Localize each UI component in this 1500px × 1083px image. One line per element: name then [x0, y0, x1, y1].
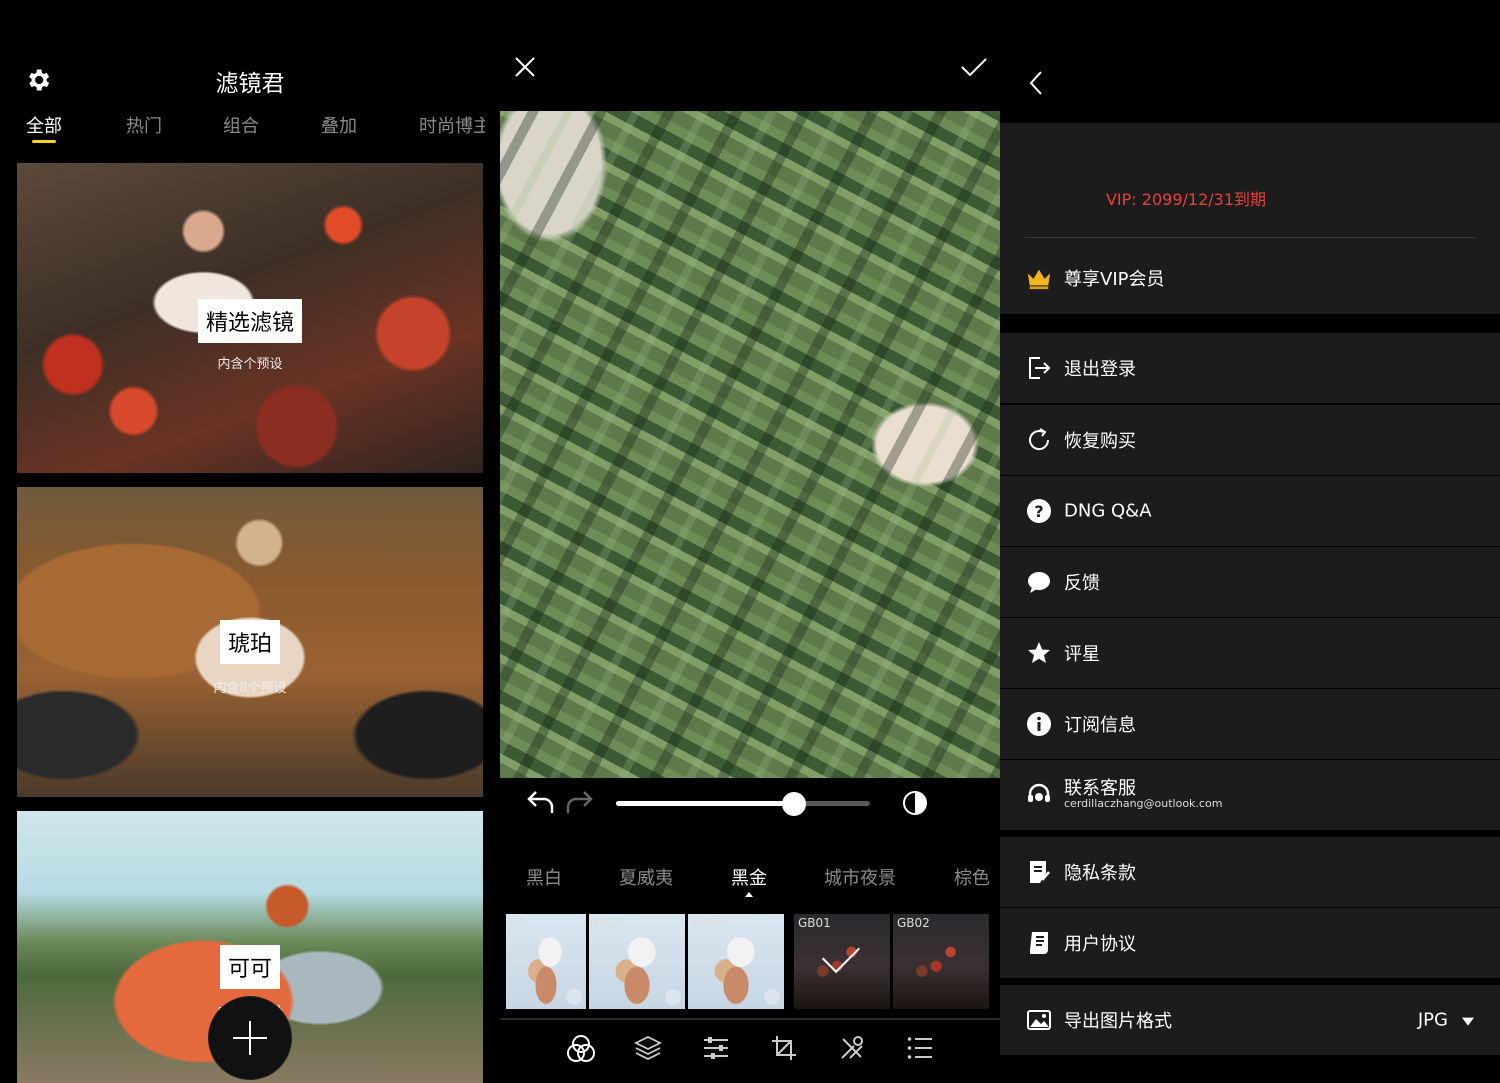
- info-icon: [1027, 712, 1051, 736]
- menu-item-label: 评星: [1064, 644, 1100, 665]
- menu-item-label: 订阅信息: [1064, 715, 1136, 736]
- filters-icon[interactable]: [566, 1034, 596, 1064]
- app-title: 滤镜君: [215, 71, 285, 97]
- download-icon: [566, 989, 582, 1005]
- tab-combo[interactable]: 组合: [223, 112, 259, 138]
- menu-item-label: 用户协议: [1064, 934, 1136, 955]
- slider-handle[interactable]: [781, 792, 806, 816]
- menu-item-label: 隐私条款: [1064, 863, 1136, 884]
- back-icon[interactable]: [1028, 70, 1044, 96]
- filter-thumbnail[interactable]: HA09: [688, 914, 784, 1009]
- intensity-slider[interactable]: [616, 792, 870, 816]
- close-icon[interactable]: [514, 56, 536, 78]
- card-title: 精选滤镜: [197, 299, 303, 343]
- thumbnail-label: GB02: [897, 916, 930, 930]
- card-title: 琥珀: [219, 620, 281, 664]
- editor-screen: 黑白 夏威夷 黑金 城市夜景 棕色 07 HA08 HA09 GB01 GB02: [500, 0, 1000, 1083]
- dropdown-arrow-icon[interactable]: [1462, 1017, 1474, 1026]
- filter-thumbnail[interactable]: HA08: [589, 914, 685, 1009]
- svg-text:?: ?: [1034, 502, 1043, 521]
- divider: [1025, 237, 1475, 238]
- crop-icon[interactable]: [770, 1034, 798, 1062]
- thumbnail-label: HA09: [692, 916, 725, 930]
- thumbnail-label: GB01: [798, 916, 831, 930]
- tab-blogger[interactable]: 时尚博主: [419, 112, 485, 138]
- menu-item-agreement[interactable]: 用户协议: [1000, 908, 1500, 978]
- menu-item-feedback[interactable]: 反馈: [1000, 547, 1500, 617]
- undo-icon[interactable]: [526, 788, 556, 816]
- tab-overlay[interactable]: 叠加: [321, 112, 357, 138]
- export-format-value[interactable]: JPG: [1418, 1010, 1448, 1031]
- chat-icon: [1028, 572, 1050, 593]
- headset-icon: [1028, 783, 1050, 802]
- logout-icon: [1029, 357, 1051, 379]
- filter-pack-card[interactable]: 精选滤镜 内含个预设: [17, 163, 483, 473]
- compare-icon[interactable]: [902, 790, 928, 816]
- tools-icon[interactable]: [838, 1034, 866, 1062]
- filter-thumbnail[interactable]: GB02: [893, 914, 989, 1009]
- selected-check-icon: [821, 934, 861, 974]
- export-format-row[interactable]: 导出图片格式 JPG: [1000, 985, 1500, 1055]
- layers-icon[interactable]: [634, 1034, 662, 1062]
- adjust-icon[interactable]: [702, 1035, 730, 1061]
- star-icon: [1028, 642, 1050, 663]
- menu-item-label: 反馈: [1064, 573, 1100, 594]
- list-icon[interactable]: [906, 1035, 934, 1061]
- filter-category-tabs: 黑白 夏威夷 黑金 城市夜景 棕色: [500, 864, 1000, 894]
- settings-screen: VIP: 2099/12/31到期 尊享VIP会员 退出登录 恢复购买 ? DN…: [1000, 0, 1500, 1083]
- menu-item-subscription[interactable]: 订阅信息: [1000, 689, 1500, 759]
- vip-member-label: 尊享VIP会员: [1064, 268, 1165, 290]
- slider-fill: [616, 801, 794, 806]
- contact-email: cerdillaczhang@outlook.com: [1064, 797, 1223, 810]
- card-subtitle: 内含个预设: [217, 357, 283, 372]
- filter-thumbnail-selected[interactable]: GB01: [794, 914, 890, 1009]
- privacy-icon: [1030, 861, 1050, 883]
- restore-icon: [1029, 428, 1050, 451]
- download-icon: [764, 989, 780, 1005]
- export-format-label: 导出图片格式: [1064, 1011, 1172, 1032]
- check-icon[interactable]: [960, 56, 988, 78]
- active-tab-indicator: [32, 140, 56, 143]
- vip-member-row[interactable]: 尊享VIP会员: [1000, 241, 1500, 314]
- filter-pack-card[interactable]: 琥珀 内含8个预设: [17, 487, 483, 797]
- filter-thumbnail[interactable]: 07: [506, 914, 586, 1009]
- image-icon: [1027, 1010, 1051, 1030]
- agreement-icon: [1030, 932, 1048, 954]
- redo-icon[interactable]: [564, 788, 594, 816]
- card-title: 可可: [219, 945, 281, 989]
- menu-item-dng-qa[interactable]: ? DNG Q&A: [1000, 476, 1500, 546]
- category-tab[interactable]: 黑白: [526, 864, 562, 890]
- plus-icon[interactable]: [208, 996, 292, 1080]
- tab-all[interactable]: 全部: [26, 112, 62, 138]
- filters-screen: 滤镜君 全部 热门 组合 叠加 时尚博主 精选滤镜 内含个预设 琥珀 内含8个预…: [0, 0, 500, 1083]
- download-icon: [665, 989, 681, 1005]
- category-tab[interactable]: 城市夜景: [824, 864, 896, 890]
- menu-item-label: DNG Q&A: [1064, 500, 1152, 522]
- preview-photo: [500, 111, 1000, 778]
- menu-item-contact[interactable]: 联系客服 cerdillaczhang@outlook.com: [1000, 760, 1500, 830]
- tab-hot[interactable]: 热门: [126, 112, 162, 138]
- menu-item-label: 恢复购买: [1064, 431, 1136, 452]
- active-category-indicator: [745, 892, 753, 897]
- category-tab[interactable]: 黑金: [731, 864, 767, 890]
- category-tabs: 全部 热门 组合 叠加 时尚博主: [0, 112, 500, 142]
- category-tab[interactable]: 夏威夷: [619, 864, 673, 890]
- menu-item-logout[interactable]: 退出登录: [1000, 333, 1500, 403]
- menu-item-label: 退出登录: [1064, 359, 1136, 380]
- divider: [500, 1018, 1000, 1020]
- question-icon: ?: [1027, 499, 1051, 523]
- menu-item-restore[interactable]: 恢复购买: [1000, 405, 1500, 475]
- vip-expiry: VIP: 2099/12/31到期: [1105, 190, 1266, 209]
- crown-icon: [1027, 269, 1051, 289]
- thumbnail-label: HA08: [593, 916, 626, 930]
- category-tab[interactable]: 棕色: [954, 864, 990, 890]
- menu-item-rate[interactable]: 评星: [1000, 618, 1500, 688]
- card-subtitle: 内含8个预设: [213, 681, 287, 696]
- thumbnail-label: 07: [510, 916, 526, 930]
- menu-item-privacy[interactable]: 隐私条款: [1000, 837, 1500, 907]
